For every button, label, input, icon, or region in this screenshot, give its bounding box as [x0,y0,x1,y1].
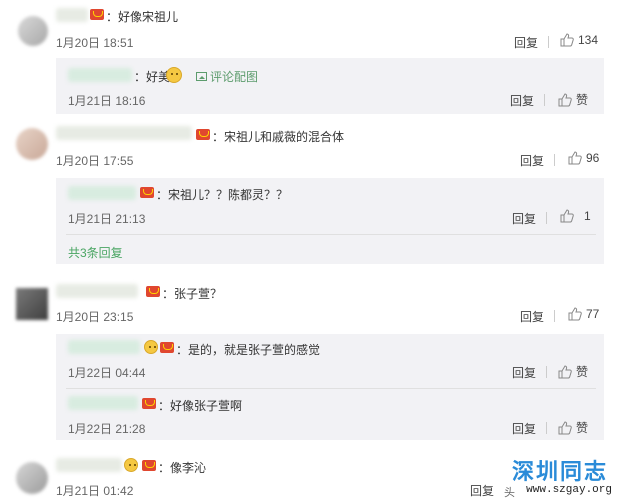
reply-text: ：好像张子萱啊 [158,399,243,413]
like-button[interactable]: 134 [560,33,598,47]
like-button[interactable]: 1 [560,209,591,223]
view-all-replies-link[interactable]: 共3条回复 [68,244,123,261]
like-button[interactable]: 赞 [558,419,588,436]
reply-date: 1月22日 04:44 [68,366,146,380]
reply-button[interactable]: 回复 [514,34,538,51]
thumbs-up-icon [560,33,574,47]
username-redacted[interactable] [68,186,136,200]
comment-date: 1月21日 01:42 [56,484,134,498]
comment-date: 1月20日 23:15 [56,310,134,324]
image-icon [196,72,207,81]
like-label: 赞 [576,93,589,107]
reply-date: 1月22日 21:28 [68,422,146,436]
reply-button[interactable]: 回复 [512,210,536,227]
watermark: 深圳同志 头 www.szgay.org [504,454,614,502]
thumbs-up-icon [568,151,582,165]
divider [546,366,547,378]
like-label: 赞 [576,421,589,435]
username-redacted[interactable] [56,284,138,298]
watermark-url: www.szgay.org [524,484,614,496]
like-label: 赞 [576,365,589,379]
thumbs-up-icon [558,92,572,106]
thumbs-up-icon [568,307,582,321]
username-redacted[interactable] [56,126,192,140]
username-redacted[interactable] [68,340,140,354]
like-count: 77 [586,307,600,321]
username-redacted[interactable] [56,458,122,472]
cat-emoji-icon [144,340,158,354]
like-button[interactable]: 96 [568,151,599,165]
watermark-title: 深圳同志 [511,459,608,485]
member-badge-icon [90,9,104,20]
reply-button[interactable]: 回复 [512,420,536,437]
avatar[interactable] [18,16,48,46]
like-button[interactable]: 77 [568,307,599,321]
avatar[interactable] [16,288,48,320]
view-comment-image-link[interactable]: 评论配图 [196,68,258,85]
divider [554,310,555,322]
divider [66,388,596,389]
member-badge-icon [140,187,154,198]
comment-text: ：张子萱？ [162,287,223,301]
reply-button[interactable]: 回复 [470,482,494,499]
member-badge-icon [160,342,174,353]
reply-date: 1月21日 18:16 [68,94,146,108]
reply-button[interactable]: 回复 [520,308,544,325]
username-redacted[interactable] [68,396,138,410]
thumbs-up-icon [558,364,572,378]
thumbs-up-icon [560,209,574,223]
reply-text: ：宋祖儿？？陈都灵？？ [156,188,289,202]
avatar[interactable] [16,462,48,494]
comment-text: ：像李沁 [158,461,207,475]
member-badge-icon [142,398,156,409]
comment-text: ：宋祖儿和戚薇的混合体 [212,130,345,144]
thumbs-up-icon [558,420,572,434]
watermark-prefix: 头 [504,487,515,499]
divider [544,94,545,106]
reply-button[interactable]: 回复 [510,92,534,109]
reply-text: ：好美 [134,70,171,84]
comment-date: 1月20日 17:55 [56,154,134,168]
divider [546,212,547,224]
member-badge-icon [142,460,156,471]
reply-button[interactable]: 回复 [520,152,544,169]
divider [548,36,549,48]
like-count: 1 [584,209,591,223]
username-redacted[interactable] [68,68,132,82]
reply-text: ：是的，就是张子萱的感觉 [176,343,321,357]
reply-date: 1月21日 21:13 [68,212,146,226]
avatar[interactable] [16,128,48,160]
image-link-label: 评论配图 [210,70,259,84]
comment-date: 1月20日 18:51 [56,36,134,50]
comment-text: ：好像宋祖儿 [106,10,179,24]
like-count: 96 [586,151,600,165]
member-badge-icon [196,129,210,140]
like-button[interactable]: 赞 [558,91,588,108]
divider [66,234,596,235]
cat-emoji-icon [124,458,138,472]
cat-emoji-icon [166,67,182,83]
member-badge-icon [146,286,160,297]
like-button[interactable]: 赞 [558,363,588,380]
reply-button[interactable]: 回复 [512,364,536,381]
divider [554,154,555,166]
username-redacted[interactable] [56,8,88,22]
divider [546,422,547,434]
like-count: 134 [578,33,599,47]
